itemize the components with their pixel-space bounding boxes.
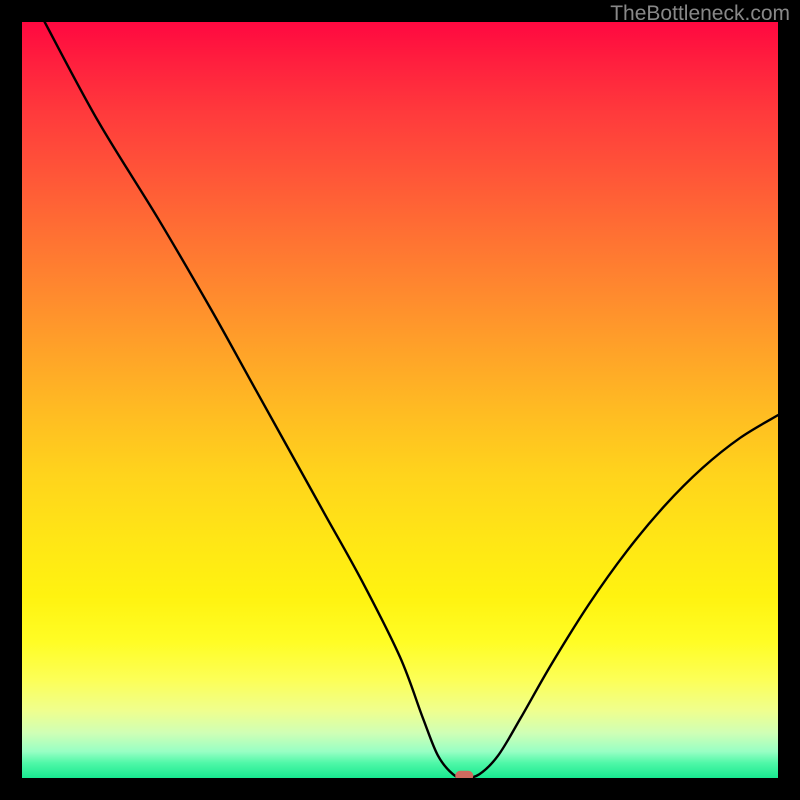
- watermark-text: TheBottleneck.com: [610, 2, 790, 26]
- curve-svg: [22, 22, 778, 778]
- chart-container: TheBottleneck.com: [0, 0, 800, 800]
- min-marker: [455, 771, 473, 778]
- bottleneck-curve: [45, 22, 778, 778]
- plot-area: [22, 22, 778, 778]
